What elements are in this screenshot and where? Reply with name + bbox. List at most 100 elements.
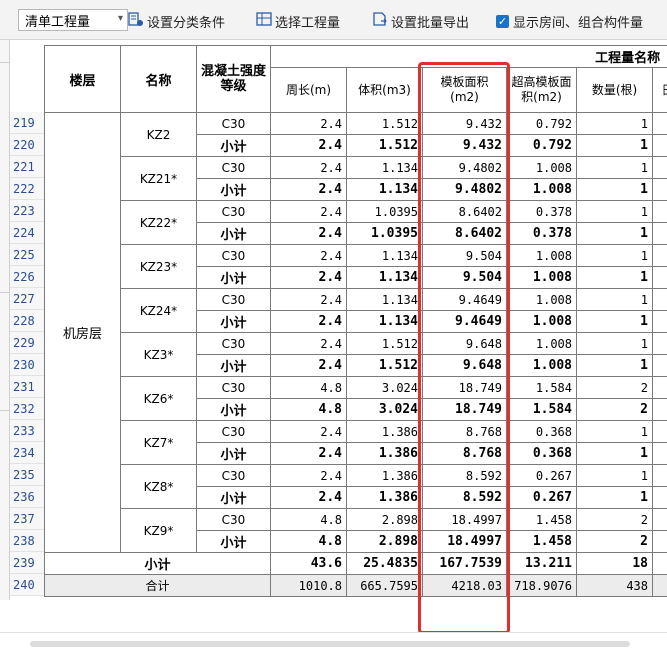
count-cell[interactable]: 1: [577, 113, 653, 135]
select-quantity-button[interactable]: 选择工程量: [256, 11, 340, 31]
count-cell[interactable]: 1: [577, 201, 653, 223]
table-row[interactable]: KZ21*C302.41.1349.48021.0081: [45, 157, 667, 179]
table-row[interactable]: KZ8*C302.41.3868.5920.2671: [45, 465, 667, 487]
volume-cell[interactable]: 2.898: [347, 509, 423, 531]
row-number[interactable]: 234: [10, 442, 44, 464]
count-cell[interactable]: 2: [577, 509, 653, 531]
over-cell[interactable]: 0.267: [507, 487, 577, 509]
count-cell[interactable]: 2: [577, 377, 653, 399]
row-number[interactable]: 228: [10, 310, 44, 332]
subtotal-label-cell[interactable]: 小计: [197, 179, 271, 201]
subtotal-label-cell[interactable]: 小计: [197, 355, 271, 377]
header-perimeter[interactable]: 周长(m): [271, 68, 347, 113]
perimeter-cell[interactable]: 43.6: [271, 553, 347, 575]
grade-cell[interactable]: C30: [197, 465, 271, 487]
grade-cell[interactable]: C30: [197, 509, 271, 531]
component-name-cell[interactable]: KZ22*: [121, 201, 197, 245]
count-cell[interactable]: 1: [577, 179, 653, 201]
perimeter-cell[interactable]: 2.4: [271, 311, 347, 333]
over-cell[interactable]: 0.368: [507, 421, 577, 443]
row-number[interactable]: 225: [10, 244, 44, 266]
component-name-cell[interactable]: KZ24*: [121, 289, 197, 333]
count-cell[interactable]: 1: [577, 245, 653, 267]
row-number[interactable]: 239: [10, 552, 44, 574]
volume-cell[interactable]: 1.512: [347, 333, 423, 355]
subtotal-label-cell[interactable]: 小计: [197, 311, 271, 333]
table-row[interactable]: KZ3*C302.41.5129.6481.0081: [45, 333, 667, 355]
row-number[interactable]: 231: [10, 376, 44, 398]
row-number[interactable]: 222: [10, 178, 44, 200]
header-volume[interactable]: 体积(m3): [347, 68, 423, 113]
row-number[interactable]: 235: [10, 464, 44, 486]
subtotal-label-cell[interactable]: 小计: [197, 267, 271, 289]
volume-cell[interactable]: 1.134: [347, 289, 423, 311]
formwork-cell[interactable]: 18.4997: [423, 509, 507, 531]
set-category-button[interactable]: 设置分类条件: [128, 11, 225, 31]
volume-cell[interactable]: 3.024: [347, 377, 423, 399]
component-name-cell[interactable]: KZ2: [121, 113, 197, 157]
header-grade[interactable]: 混凝土强度等级: [197, 46, 271, 113]
formwork-cell[interactable]: 9.504: [423, 267, 507, 289]
row-number[interactable]: 230: [10, 354, 44, 376]
formwork-cell[interactable]: 9.4802: [423, 179, 507, 201]
perimeter-cell[interactable]: 2.4: [271, 333, 347, 355]
component-name-cell[interactable]: KZ8*: [121, 465, 197, 509]
formwork-cell[interactable]: 8.592: [423, 465, 507, 487]
perimeter-cell[interactable]: 4.8: [271, 377, 347, 399]
volume-cell[interactable]: 1.0395: [347, 223, 423, 245]
over-cell[interactable]: 1.008: [507, 179, 577, 201]
grand-total-label-cell[interactable]: 合计: [45, 575, 271, 597]
count-cell[interactable]: 18: [577, 553, 653, 575]
component-name-cell[interactable]: KZ9*: [121, 509, 197, 553]
count-cell[interactable]: 1: [577, 311, 653, 333]
volume-cell[interactable]: 1.134: [347, 267, 423, 289]
count-cell[interactable]: 1: [577, 267, 653, 289]
over-cell[interactable]: 0.378: [507, 201, 577, 223]
formwork-cell[interactable]: 18.749: [423, 399, 507, 421]
subtotal-label-cell[interactable]: 小计: [197, 399, 271, 421]
over-cell[interactable]: 0.378: [507, 223, 577, 245]
header-over-formwork[interactable]: 超高模板面积(m2): [507, 68, 577, 113]
row-number[interactable]: 224: [10, 222, 44, 244]
formwork-cell[interactable]: 8.6402: [423, 201, 507, 223]
cut-cell[interactable]: [653, 377, 667, 399]
header-cut[interactable]: 昍: [653, 68, 667, 113]
header-floor[interactable]: 楼层: [45, 46, 121, 113]
over-cell[interactable]: 1.008: [507, 267, 577, 289]
volume-cell[interactable]: 2.898: [347, 531, 423, 553]
row-number[interactable]: 236: [10, 486, 44, 508]
perimeter-cell[interactable]: 2.4: [271, 157, 347, 179]
formwork-cell[interactable]: 8.6402: [423, 223, 507, 245]
formwork-cell[interactable]: 9.648: [423, 355, 507, 377]
formwork-cell[interactable]: 18.749: [423, 377, 507, 399]
row-number[interactable]: 233: [10, 420, 44, 442]
header-name[interactable]: 名称: [121, 46, 197, 113]
formwork-cell[interactable]: 8.592: [423, 487, 507, 509]
row-number[interactable]: 220: [10, 134, 44, 156]
component-name-cell[interactable]: KZ21*: [121, 157, 197, 201]
table-row[interactable]: KZ24*C302.41.1349.46491.0081: [45, 289, 667, 311]
cut-cell[interactable]: [653, 289, 667, 311]
over-cell[interactable]: 1.008: [507, 245, 577, 267]
row-number[interactable]: 238: [10, 530, 44, 552]
volume-cell[interactable]: 1.512: [347, 113, 423, 135]
scrollbar-thumb[interactable]: [30, 641, 630, 647]
formwork-cell[interactable]: 9.504: [423, 245, 507, 267]
perimeter-cell[interactable]: 2.4: [271, 421, 347, 443]
count-cell[interactable]: 2: [577, 531, 653, 553]
volume-cell[interactable]: 1.134: [347, 311, 423, 333]
over-cell[interactable]: 0.267: [507, 465, 577, 487]
formwork-cell[interactable]: 9.4649: [423, 311, 507, 333]
header-count[interactable]: 数量(根): [577, 68, 653, 113]
grade-cell[interactable]: C30: [197, 289, 271, 311]
table-row[interactable]: 机房层KZ2C302.41.5129.4320.7921: [45, 113, 667, 135]
cut-cell[interactable]: [653, 135, 667, 157]
perimeter-cell[interactable]: 2.4: [271, 223, 347, 245]
grade-cell[interactable]: C30: [197, 421, 271, 443]
perimeter-cell[interactable]: 1010.8: [271, 575, 347, 597]
table-row[interactable]: KZ9*C304.82.89818.49971.4582: [45, 509, 667, 531]
over-cell[interactable]: 1.008: [507, 157, 577, 179]
volume-cell[interactable]: 665.7595: [347, 575, 423, 597]
count-cell[interactable]: 1: [577, 443, 653, 465]
cut-cell[interactable]: [653, 179, 667, 201]
